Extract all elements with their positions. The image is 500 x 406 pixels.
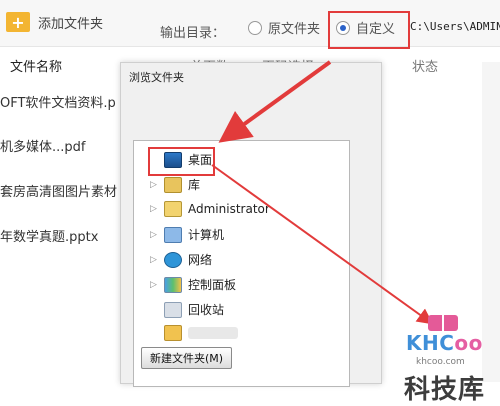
blurred-label bbox=[188, 327, 238, 339]
browse-folder-dialog: 浏览文件夹 桌面 ▷ 库 ▷ Administrator ▷ 计算机 ▷ 网络 bbox=[120, 62, 382, 387]
recycle-bin-icon bbox=[164, 301, 182, 318]
library-icon bbox=[164, 176, 182, 193]
tree-item-label: 回收站 bbox=[188, 303, 225, 317]
watermark-site: khcoo.com bbox=[416, 357, 465, 367]
watermark-logo-text: KHCoo bbox=[406, 331, 483, 355]
table-row[interactable]: 机多媒体...pdf bbox=[0, 136, 85, 155]
tree-item-recycle-bin[interactable]: 回收站 bbox=[150, 301, 224, 318]
dialog-title: 浏览文件夹 bbox=[129, 71, 184, 84]
expand-arrow-icon[interactable]: ▷ bbox=[150, 180, 158, 190]
tree-item-label: 计算机 bbox=[188, 228, 225, 242]
add-folder-button[interactable]: + 添加文件夹 bbox=[6, 12, 103, 32]
tree-item-library[interactable]: ▷ 库 bbox=[150, 176, 200, 193]
new-folder-button[interactable]: 新建文件夹(M) bbox=[141, 347, 233, 369]
computer-icon bbox=[164, 226, 182, 243]
add-folder-label: 添加文件夹 bbox=[38, 16, 104, 32]
tree-item-network[interactable]: ▷ 网络 bbox=[150, 251, 212, 268]
watermark-logo: KHCoo khcoo.com 科技库 bbox=[404, 315, 500, 405]
tree-item-label: 网络 bbox=[188, 253, 213, 267]
book-icon bbox=[428, 315, 458, 331]
radio-original-folder[interactable]: 原文件夹 bbox=[248, 18, 320, 37]
radio-original-indicator[interactable] bbox=[248, 20, 262, 35]
expand-arrow-icon[interactable]: ▷ bbox=[150, 230, 158, 240]
toolbar: + 添加文件夹 输出目录： 原文件夹 自定义 C:\Users\ADMIN bbox=[0, 0, 500, 49]
radio-original-label: 原文件夹 bbox=[268, 22, 321, 37]
tree-item-administrator[interactable]: ▷ Administrator bbox=[150, 201, 270, 217]
highlight-box-desktop bbox=[148, 147, 215, 176]
tree-item-label: Administrator bbox=[188, 202, 270, 216]
folder-icon bbox=[164, 325, 182, 341]
network-icon bbox=[164, 251, 182, 268]
header-file-name: 文件名称 bbox=[10, 60, 63, 75]
output-path-field[interactable]: C:\Users\ADMIN bbox=[410, 20, 500, 33]
tree-item-label: 库 bbox=[188, 178, 201, 192]
watermark-cn-name: 科技库 bbox=[404, 375, 486, 405]
table-row[interactable]: OFT软件文档资料.p bbox=[0, 92, 116, 111]
tree-item-folder[interactable] bbox=[150, 325, 238, 341]
table-row[interactable]: 套房高清图图片素材 bbox=[0, 181, 117, 200]
user-folder-icon bbox=[164, 201, 182, 217]
tree-item-control-panel[interactable]: ▷ 控制面板 bbox=[150, 276, 236, 293]
table-row[interactable]: 年数学真题.pptx bbox=[0, 226, 98, 245]
header-status: 状态 bbox=[412, 60, 439, 75]
expand-arrow-icon[interactable]: ▷ bbox=[150, 204, 158, 214]
plus-folder-icon: + bbox=[6, 12, 30, 32]
expand-arrow-icon[interactable]: ▷ bbox=[150, 280, 158, 290]
watermark-logo-a: KHC bbox=[406, 331, 455, 355]
tree-item-label: 控制面板 bbox=[188, 278, 237, 292]
tree-item-computer[interactable]: ▷ 计算机 bbox=[150, 226, 224, 243]
expand-arrow-icon[interactable]: ▷ bbox=[150, 255, 158, 265]
output-dir-label: 输出目录： bbox=[160, 26, 226, 41]
watermark-logo-b: oo bbox=[454, 331, 483, 355]
highlight-box-custom bbox=[328, 11, 410, 49]
control-panel-icon bbox=[164, 276, 182, 293]
